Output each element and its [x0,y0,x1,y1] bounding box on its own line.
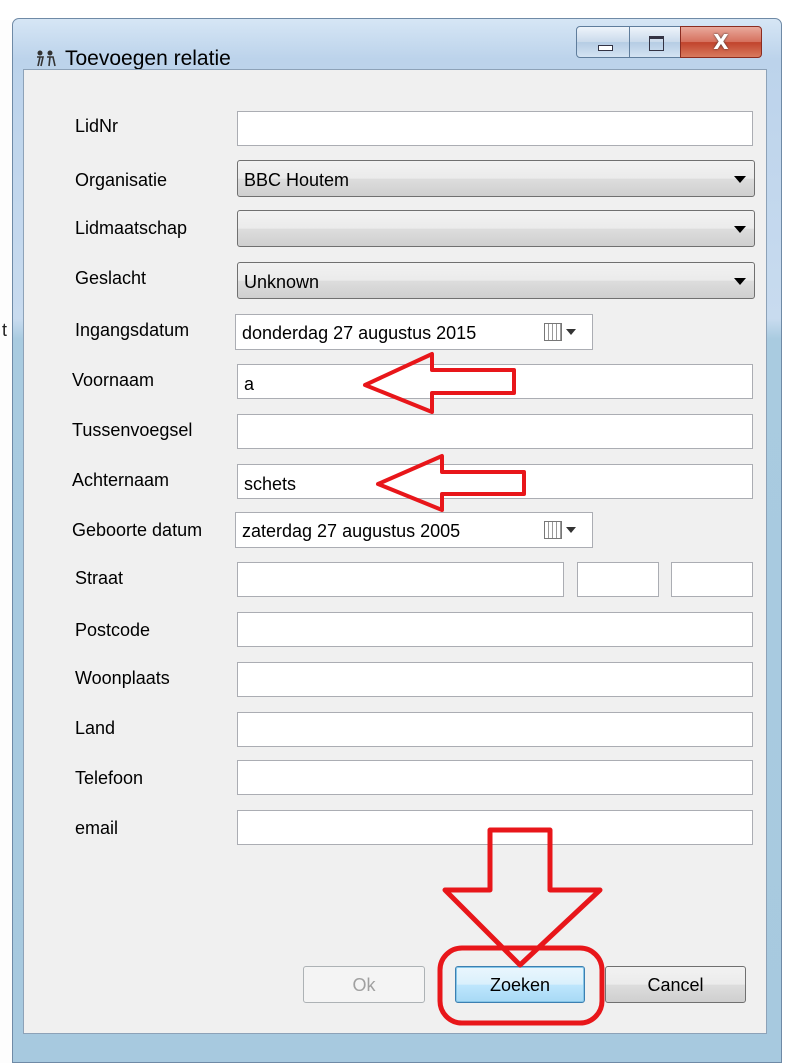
voornaam-input[interactable]: a [237,364,753,399]
label-voornaam: Voornaam [72,370,155,390]
ingangsdatum-datepicker[interactable]: donderdag 27 augustus 2015 [235,314,593,350]
geboortedatum-value: zaterdag 27 augustus 2005 [242,521,461,541]
minimize-icon [598,45,613,51]
minimize-button[interactable] [576,26,630,58]
maximize-button[interactable] [629,26,681,58]
chevron-down-icon [734,176,746,183]
label-geboortedatum: Geboorte datum [72,520,203,540]
close-icon: X [713,30,729,54]
label-ingangsdatum: Ingangsdatum [75,320,190,340]
caption-buttons: X [576,26,774,60]
chevron-down-icon [566,329,576,335]
label-lidnr: LidNr [75,116,119,136]
tussenvoegsel-input[interactable] [237,414,753,449]
label-organisatie: Organisatie [75,170,168,190]
ok-button[interactable]: Ok [303,966,425,1003]
window-title: Toevoegen relatie [65,47,231,70]
toevoeging-input[interactable] [671,562,753,597]
label-postcode: Postcode [75,620,151,640]
organisatie-select[interactable]: BBC Houtem [237,160,755,197]
label-lidmaatschap: Lidmaatschap [75,218,188,238]
ingangsdatum-value: donderdag 27 augustus 2015 [242,323,477,343]
lidmaatschap-select[interactable] [237,210,755,247]
label-geslacht: Geslacht [75,268,147,288]
achternaam-input[interactable]: schets [237,464,753,499]
lidnr-input[interactable] [237,111,753,146]
straat-input[interactable] [237,562,564,597]
app-icon [37,50,56,67]
chevron-down-icon [566,527,576,533]
organisatie-selected-value: BBC Houtem [244,170,350,190]
geslacht-select[interactable]: Unknown [237,262,755,299]
background-window-text: t [2,320,8,340]
label-woonplaats: Woonplaats [75,668,170,688]
huisnummer-input[interactable] [577,562,659,597]
label-land: Land [75,718,116,738]
cancel-button[interactable]: Cancel [605,966,746,1003]
label-achternaam: Achternaam [72,470,170,490]
land-input[interactable] [237,712,753,747]
geboortedatum-datepicker[interactable]: zaterdag 27 augustus 2005 [235,512,593,548]
maximize-icon [649,36,664,51]
chevron-down-icon [734,278,746,285]
label-telefoon: Telefoon [75,768,144,788]
telefoon-input[interactable] [237,760,753,795]
postcode-input[interactable] [237,612,753,647]
calendar-icon[interactable] [544,521,562,539]
label-straat: Straat [75,568,124,588]
chevron-down-icon [734,226,746,233]
background-window-edge: t [0,20,12,1063]
zoeken-button[interactable]: Zoeken [455,966,585,1003]
calendar-icon[interactable] [544,323,562,341]
label-tussenvoegsel: Tussenvoegsel [72,420,193,440]
label-email: email [75,818,119,838]
geslacht-selected-value: Unknown [244,272,320,292]
email-input[interactable] [237,810,753,845]
woonplaats-input[interactable] [237,662,753,697]
close-button[interactable]: X [680,26,762,58]
